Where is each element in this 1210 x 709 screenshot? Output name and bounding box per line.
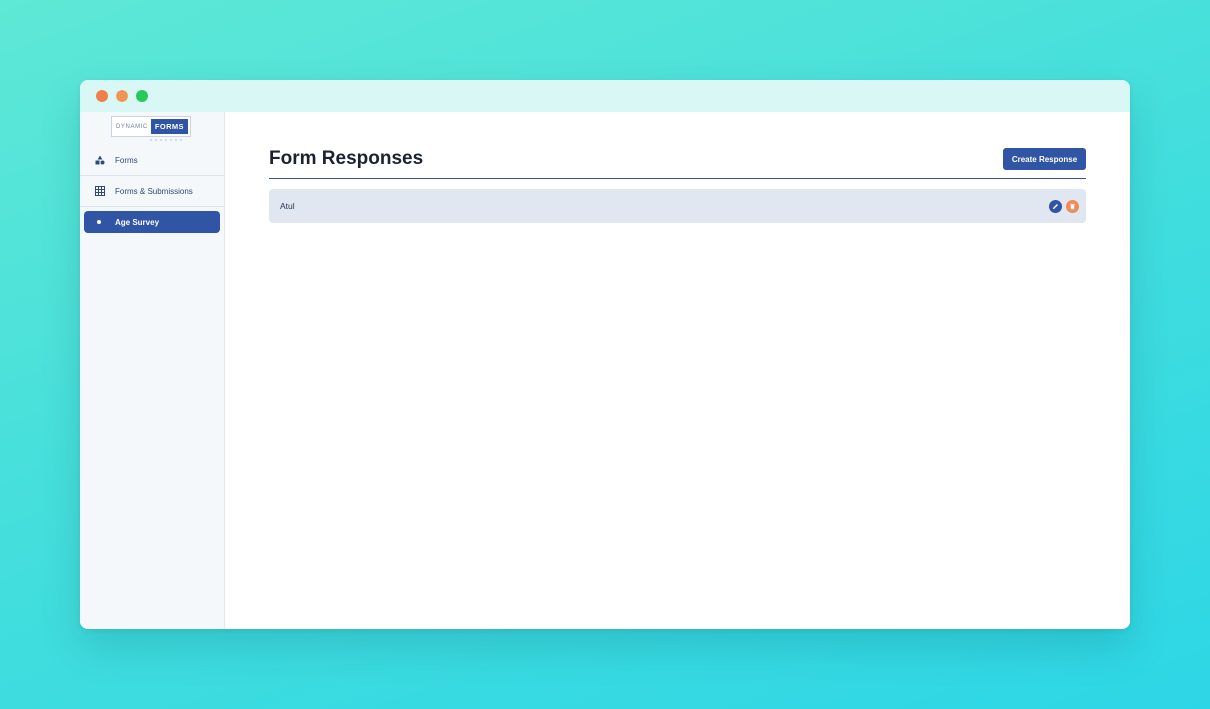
sidebar-item-forms-submissions[interactable]: Forms & Submissions bbox=[80, 176, 224, 206]
dot-icon bbox=[97, 220, 101, 224]
sidebar-item-label: Forms & Submissions bbox=[115, 186, 193, 196]
sidebar-divider bbox=[80, 206, 224, 207]
sidebar-item-label: Forms bbox=[115, 155, 138, 165]
logo-text-forms: FORMS bbox=[150, 119, 188, 134]
window-titlebar bbox=[80, 80, 1130, 112]
sidebar-item-label: Age Survey bbox=[115, 217, 160, 227]
close-window-button[interactable] bbox=[96, 90, 108, 102]
maximize-window-button[interactable] bbox=[136, 90, 148, 102]
page-title: Form Responses bbox=[269, 148, 424, 169]
minimize-window-button[interactable] bbox=[116, 90, 128, 102]
shapes-icon bbox=[94, 154, 106, 166]
delete-icon[interactable] bbox=[1066, 200, 1079, 213]
row-actions bbox=[1049, 200, 1079, 213]
app-window: DYNAMIC FORMS Forms Forms & Submissions … bbox=[80, 80, 1130, 629]
table-icon bbox=[94, 185, 106, 197]
sidebar: DYNAMIC FORMS Forms Forms & Submissions … bbox=[80, 112, 225, 629]
app-logo[interactable]: DYNAMIC FORMS bbox=[111, 116, 191, 137]
create-response-button[interactable]: Create Response bbox=[1003, 148, 1086, 170]
title-underline bbox=[269, 178, 1086, 179]
sidebar-item-forms[interactable]: Forms bbox=[80, 145, 224, 175]
edit-icon[interactable] bbox=[1049, 200, 1062, 213]
logo-decoration bbox=[150, 139, 184, 141]
sidebar-item-age-survey[interactable]: Age Survey bbox=[84, 211, 220, 233]
response-row[interactable]: Atul bbox=[269, 189, 1086, 223]
logo-text-dynamic: DYNAMIC bbox=[116, 123, 148, 130]
response-name: Atul bbox=[280, 201, 295, 211]
main-content: Form Responses Create Response Atul bbox=[225, 112, 1130, 629]
